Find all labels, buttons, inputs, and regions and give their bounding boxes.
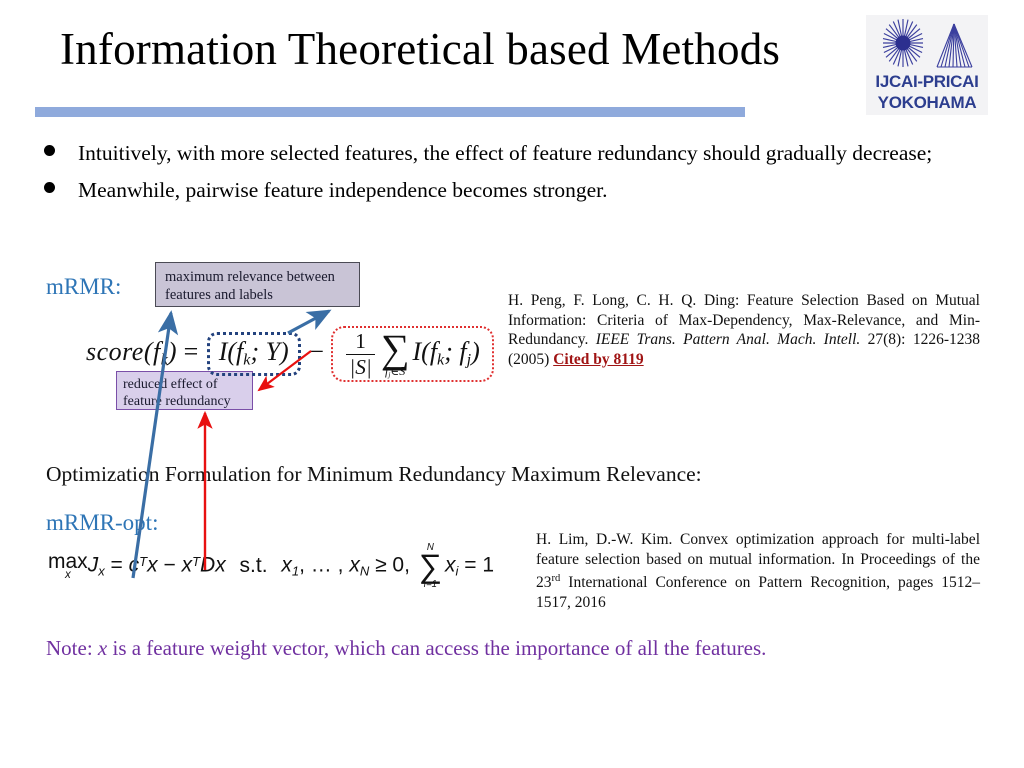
c-variable: x <box>147 553 158 577</box>
citation-peng-journal: IEEE Trans. Pattern Anal. Mach. Intell. <box>595 331 861 348</box>
bullet-list: Intuitively, with more selected features… <box>36 136 988 210</box>
fraction-denominator: |S| <box>346 353 375 378</box>
objective-j-sub: x <box>98 563 105 579</box>
redundancy-term-box: 1 |S| ∑ fj∈S I(fk; fj) <box>331 326 494 383</box>
citation-lim-ordinal-sup: rd <box>551 573 561 584</box>
c-term: c <box>128 553 140 577</box>
opt-minus: − <box>163 553 176 577</box>
mrmr-label: mRMR: <box>46 274 122 299</box>
constraint-x1: x <box>281 553 292 577</box>
formula-minus: − <box>309 337 324 367</box>
subject-to-label: s.t. <box>239 553 268 577</box>
bullet-dot-icon <box>44 145 55 156</box>
c-superscript: T <box>139 553 148 569</box>
d-variable: x <box>215 553 226 577</box>
title-underline-bar <box>35 107 745 117</box>
d-term: D <box>200 553 216 577</box>
summation-symbol: ∑ <box>380 326 410 371</box>
note-text: Note: x is a feature weight vector, whic… <box>46 636 766 661</box>
callout-maximum-relevance: maximum relevance between features and l… <box>155 262 360 307</box>
x-term: x <box>181 553 193 577</box>
summation-lower-limit: fj∈S <box>381 364 410 379</box>
opt-sum-body: x <box>444 553 456 577</box>
mrmr-score-formula: score(fk) = I(fk; Y) − 1 |S| ∑ fj∈S I(fk; fj… <box>86 326 495 383</box>
redundancy-term: I(f <box>412 337 438 367</box>
formula-lhs-sub: k <box>160 351 168 369</box>
list-item: Intuitively, with more selected features… <box>36 136 988 171</box>
relevance-term-box: I(fk; Y) <box>206 332 301 376</box>
citation-peng: H. Peng, F. Long, C. H. Q. Ding: Feature… <box>508 291 980 369</box>
max-operator: max x <box>48 551 88 582</box>
formula-lhs: score(f <box>86 337 161 367</box>
mrmr-opt-formula: max x Jx = cTx − xTDx s.t. x1, … , xN ≥ 0,… <box>48 543 495 590</box>
logo-text-line2: YOKOHAMA <box>877 93 977 112</box>
opt-summation-operator: N ∑ i=1 <box>418 543 442 590</box>
page-title: Information Theoretical based Methods <box>60 24 781 74</box>
ijcai-pricai-logo: IJCAI-PRICAI YOKOHAMA <box>866 15 988 115</box>
citation-lim-text-b: International Conference on Pattern Reco… <box>536 574 980 611</box>
bullet-text: Intuitively, with more selected features… <box>78 141 933 165</box>
summation-operator: ∑ fj∈S <box>380 326 410 379</box>
slide-canvas: Information Theoretical based Methods IJ… <box>0 0 1024 768</box>
redundancy-mid: ; f <box>444 337 467 367</box>
cited-by-badge[interactable]: Cited by 8119 <box>553 351 643 368</box>
opt-equals: = <box>110 553 123 577</box>
logo-text-line1: IJCAI-PRICAI <box>875 72 979 91</box>
bullet-text: Meanwhile, pairwise feature independence… <box>78 178 608 202</box>
note-suffix: is a feature weight vector, which can ac… <box>107 636 767 660</box>
optimization-heading: Optimization Formulation for Minimum Red… <box>46 462 702 486</box>
x-superscript: T <box>192 553 201 569</box>
note-prefix: Note: <box>46 636 98 660</box>
note-variable: x <box>97 636 108 660</box>
sum-lower-rest: ∈S <box>390 364 406 379</box>
formula-lhs-close: ) <box>167 337 178 367</box>
constraint-dots: , … , <box>299 553 350 577</box>
constraint-ge: ≥ 0, <box>369 553 416 577</box>
list-item: Meanwhile, pairwise feature independence… <box>36 173 988 208</box>
mrmr-opt-label: mRMR-opt: <box>46 510 159 535</box>
constraint-xn: x <box>349 553 360 577</box>
opt-sum-equals: = 1 <box>458 553 495 577</box>
relevance-term: I(f <box>218 337 244 367</box>
bullet-dot-icon <box>44 182 55 193</box>
constraint-xn-sub: N <box>359 563 370 579</box>
citation-lim: H. Lim, D.-W. Kim. Convex optimization a… <box>536 530 980 612</box>
relevance-sep: ; Y) <box>250 337 289 367</box>
fraction-numerator: 1 <box>355 329 366 354</box>
formula-equals: = <box>183 337 199 367</box>
objective-j: J <box>87 553 99 577</box>
redundancy-close: ) <box>471 337 480 367</box>
logo-artwork-icon <box>882 19 973 68</box>
one-over-s-fraction: 1 |S| <box>346 329 375 378</box>
opt-summation-symbol: ∑ <box>418 548 442 585</box>
